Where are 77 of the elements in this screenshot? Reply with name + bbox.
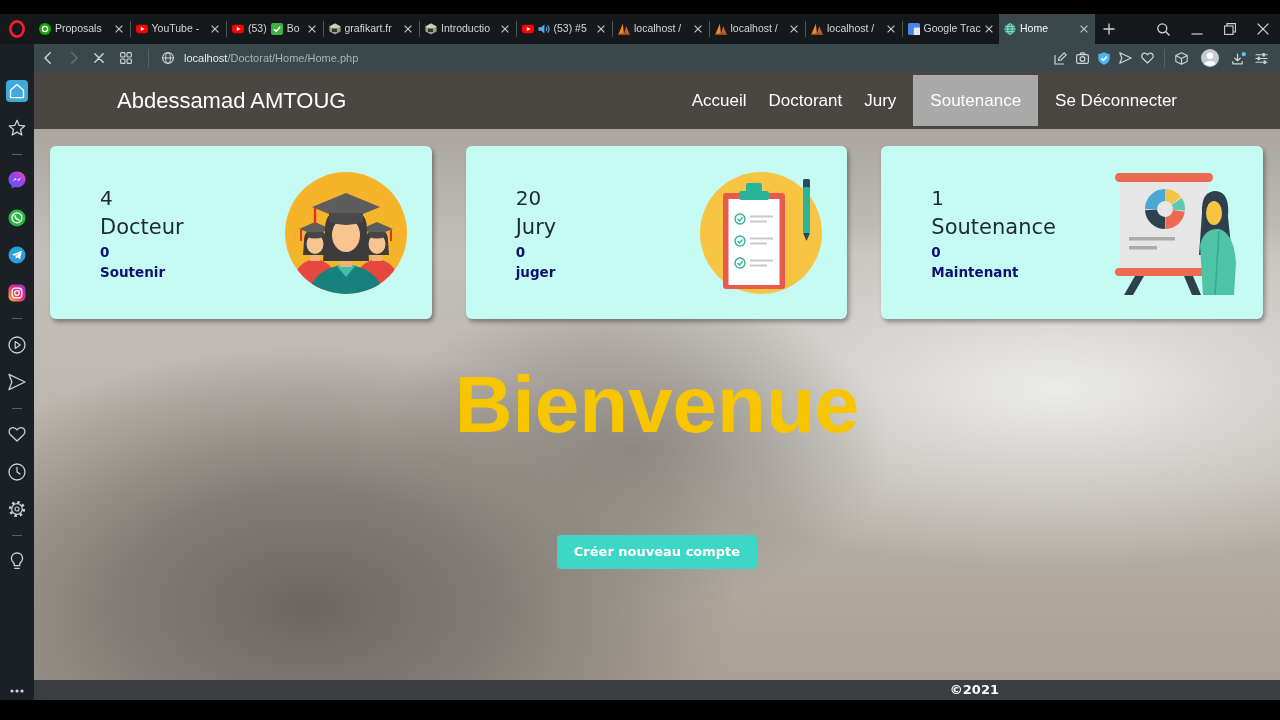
sub-count: 0	[515, 242, 526, 262]
close-icon[interactable]	[693, 25, 702, 33]
close-icon[interactable]	[211, 25, 219, 33]
browser-tab[interactable]: localhost /	[806, 14, 902, 44]
send-icon[interactable]	[1119, 52, 1132, 64]
nav-link[interactable]: Se Déconnecter	[1044, 75, 1188, 126]
avatar-icon[interactable]	[1201, 49, 1219, 67]
sail-icon	[714, 23, 727, 35]
browser-tab[interactable]: grafikart.fr	[323, 14, 419, 44]
nav-link[interactable]: Accueil	[680, 75, 758, 126]
nav-link[interactable]: Doctorant	[757, 75, 854, 126]
close-icon[interactable]	[114, 25, 123, 33]
browser-tab[interactable]: localhost /	[709, 14, 805, 44]
sub-count: 0	[931, 242, 941, 262]
edit-icon[interactable]	[1054, 51, 1067, 65]
browser-tab[interactable]: YouTube -	[130, 14, 226, 44]
copyright-text: ©2021	[949, 681, 999, 700]
stat-title: Soutenance	[931, 213, 1056, 241]
stat-count: 1	[931, 184, 945, 212]
download-icon[interactable]	[1232, 51, 1246, 65]
browser-tab[interactable]: (53) Bo	[227, 14, 323, 44]
play-icon	[521, 23, 534, 35]
browser-tab[interactable]: (53) #5	[516, 14, 612, 44]
close-icon[interactable]	[500, 25, 509, 33]
close-icon[interactable]	[886, 25, 895, 33]
close-icon[interactable]	[790, 25, 798, 33]
restore-icon[interactable]	[1224, 23, 1236, 35]
globe-icon	[1004, 23, 1016, 35]
stat-count: 20	[515, 184, 542, 212]
welcome-heading: Bienvenue	[454, 365, 860, 445]
document-icon	[907, 23, 920, 35]
play-icon	[135, 23, 148, 35]
stop-icon[interactable]	[94, 53, 104, 63]
clock-icon[interactable]	[6, 460, 28, 483]
globe-icon	[162, 52, 174, 64]
close-icon[interactable]	[984, 25, 993, 33]
address-field[interactable]: localhost/Doctorat/Home/Home.php	[184, 49, 359, 67]
speaker-icon[interactable]	[537, 23, 550, 35]
home-icon[interactable]	[6, 79, 28, 102]
browser-tab[interactable]: localhost /	[613, 14, 709, 44]
stat-count: 4	[100, 184, 113, 212]
play-icon	[232, 23, 244, 35]
close-icon[interactable]	[1079, 25, 1088, 33]
browser-tab[interactable]: Proposals	[34, 14, 130, 44]
circle-logo-icon	[39, 23, 51, 35]
brand-link[interactable]: Abdessamad AMTOUG	[117, 84, 347, 117]
back-icon[interactable]	[44, 52, 51, 64]
stat-title: Jury	[515, 213, 557, 241]
cube-icon	[425, 23, 437, 35]
sail-icon	[811, 23, 823, 35]
search-icon[interactable]	[1157, 22, 1170, 36]
plus-icon[interactable]	[1102, 23, 1115, 35]
sail-icon	[618, 23, 630, 35]
browser-tab[interactable]: Home	[999, 14, 1095, 44]
grid-icon[interactable]	[120, 52, 132, 64]
stat-title: Docteur	[100, 213, 184, 241]
camera-icon[interactable]	[1076, 52, 1089, 64]
sliders-icon[interactable]	[1255, 52, 1268, 64]
logo-icon[interactable]	[9, 20, 25, 38]
more-icon[interactable]	[10, 689, 24, 693]
sub-label: Soutenir	[100, 262, 166, 282]
sub-count: 0	[100, 242, 110, 262]
close-icon[interactable]	[307, 25, 316, 33]
heart-icon[interactable]	[1141, 52, 1154, 64]
sub-label: juger	[515, 262, 556, 282]
close-icon[interactable]	[404, 25, 412, 33]
close-icon[interactable]	[597, 25, 605, 33]
close-icon[interactable]	[1257, 23, 1269, 35]
nav-link[interactable]: Jury	[853, 75, 908, 126]
browser-tab[interactable]: Introductio	[420, 14, 516, 44]
cube-icon	[328, 23, 341, 35]
sub-label: Maintenant	[931, 262, 1019, 282]
cube-icon[interactable]	[1175, 51, 1188, 65]
play-icon[interactable]	[6, 333, 28, 356]
check-icon	[270, 23, 283, 35]
browser-tab[interactable]: Google Trac	[902, 14, 998, 44]
shield-icon[interactable]	[1098, 51, 1110, 65]
